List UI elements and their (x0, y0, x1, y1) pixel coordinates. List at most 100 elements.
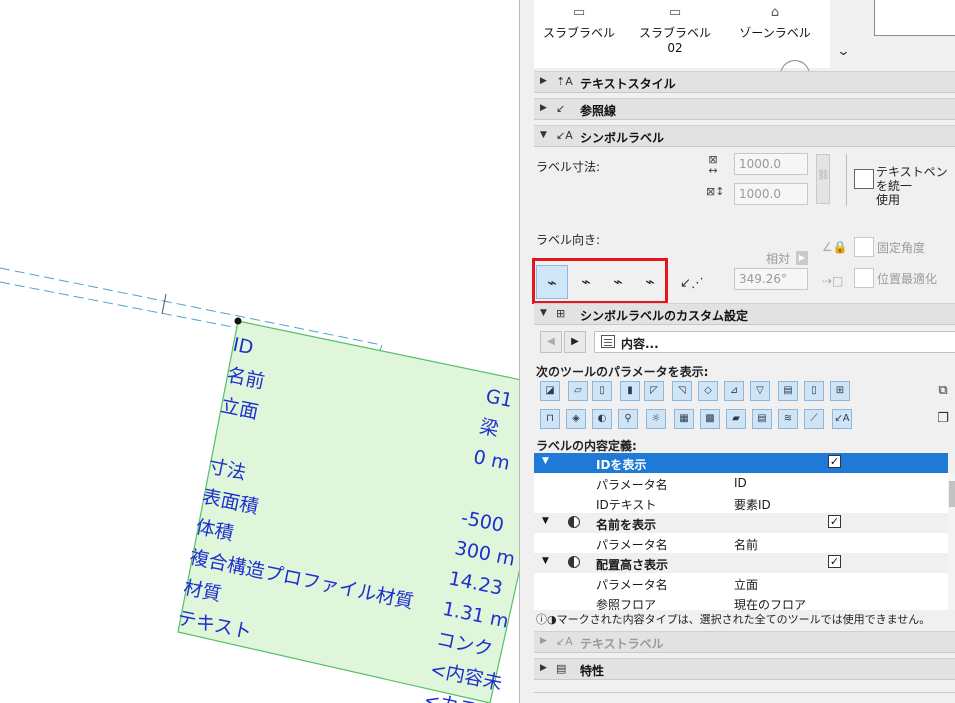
paste-settings-icon[interactable]: ❐ (934, 410, 952, 428)
label-width-input[interactable]: 1000.0 (734, 153, 808, 175)
width-dimension-icon: ⊠ ↔ (708, 153, 718, 177)
zone-label-icon: ⌂ (770, 5, 780, 20)
window-tool-icon[interactable]: ⊞ (830, 381, 850, 401)
section-properties[interactable]: ▶ ▤ 特性 (534, 658, 955, 680)
favorite-slab-label[interactable]: ▭ スラブラベル (534, 0, 624, 68)
show-elevation-checkbox[interactable]: ✓ (828, 555, 841, 568)
label-line-left: ID (231, 334, 255, 360)
expand-down-icon: ▼ (540, 130, 547, 140)
scrollbar-thumb[interactable] (949, 481, 955, 507)
beam-tool-icon[interactable]: ▮ (620, 381, 640, 401)
label-anchor-point[interactable] (234, 317, 242, 325)
show-name-checkbox[interactable]: ✓ (828, 515, 841, 528)
triangle-left-icon: ◀ (547, 336, 555, 347)
text-style-icon: ⇡A (556, 75, 573, 88)
previous-page-button[interactable]: ◀ (540, 331, 562, 353)
table-row[interactable]: 参照フロア 現在のフロア (534, 593, 948, 610)
collapse-icon[interactable]: ▼ (542, 516, 549, 526)
symbol-label-icon: ↙A (556, 129, 573, 142)
orientation-button-4[interactable]: ⌁ (634, 265, 666, 299)
table-row[interactable]: ▼ IDを表示 ✓ (534, 453, 948, 473)
section-text-style[interactable]: ▶ ⇡A テキストスタイル (534, 71, 955, 93)
column-tool-icon[interactable]: ▯ (592, 381, 612, 401)
shell-tool-icon[interactable]: ◹ (672, 381, 692, 401)
table-row[interactable]: IDテキスト 要素ID (534, 493, 948, 513)
slab-tool-icon[interactable]: ▱ (568, 381, 588, 401)
object-tool-icon[interactable]: ⚲ (618, 409, 638, 429)
railing-tool-icon[interactable]: ▽ (750, 381, 770, 401)
optimize-position-label: 位置最適化 (877, 272, 938, 286)
orientation-button-3[interactable]: ⌁ (602, 265, 634, 299)
half-circle-icon (568, 516, 580, 528)
slab-label-02-icon: ▭ (668, 5, 682, 20)
stair-tool-icon[interactable]: ⊿ (724, 381, 744, 401)
angle-lock-icon: ∠🔒 (822, 240, 848, 254)
table-row[interactable]: パラメータ名 ID (534, 473, 948, 493)
relative-toggle-button[interactable]: ▶ (796, 251, 808, 265)
section-text-label: ▶ ↙A テキストラベル (534, 631, 955, 653)
hatch-tool-icon[interactable]: ▤ (752, 409, 772, 429)
door-tool-icon[interactable]: ▯ (804, 381, 824, 401)
favorite-zone-label[interactable]: ⌂ ゾーンラベル (730, 0, 820, 68)
label-size-label: ラベル寸法: (536, 160, 601, 174)
chevron-down-icon[interactable]: ⌄ (836, 44, 850, 59)
orientation-button-2[interactable]: ⌁ (570, 265, 602, 299)
content-page-selector[interactable]: 内容... (594, 331, 955, 353)
content-definition-label: ラベルの内容定義: (536, 439, 637, 453)
mesh-tool-icon[interactable]: ▦ (674, 409, 694, 429)
tool-params-label: 次のツールのパラメータを表示: (536, 365, 709, 379)
table-row[interactable]: パラメータ名 名前 (534, 533, 948, 553)
list-icon (601, 335, 615, 348)
label-drawing: ID名前立面寸法表面積体積複合構造プロファイル材質材質テキストG1梁0 m-50… (0, 267, 520, 703)
chain-link-icon[interactable]: ⛓ (816, 154, 830, 204)
content-definition-table: ▼ IDを表示 ✓ パラメータ名 ID IDテキスト 要素ID ▼ 名前を表示 … (534, 453, 948, 610)
zone-tool-icon[interactable]: ◐ (592, 409, 612, 429)
fixed-angle-checkbox[interactable] (854, 237, 874, 257)
opening-tool-icon[interactable]: ◈ (566, 409, 586, 429)
orientation-button-1[interactable]: ⌁ (536, 265, 568, 299)
next-page-button[interactable]: ▶ (564, 331, 586, 353)
grid-tool-icon[interactable]: ▩ (700, 409, 720, 429)
orientation-angle-input[interactable]: 349.26° (734, 268, 808, 290)
label-rotated-icon: ⌁ (547, 273, 557, 292)
fill-tool-icon[interactable]: ▰ (726, 409, 746, 429)
collapse-icon[interactable]: ▼ (542, 456, 549, 466)
label-horizontal-icon: ⌁ (581, 272, 591, 291)
section-custom-settings[interactable]: ▼ ⊞ シンボルラベルのカスタム設定 (534, 303, 955, 325)
show-id-checkbox[interactable]: ✓ (828, 455, 841, 468)
section-ref-line[interactable]: ▶ ↙ 参照線 (534, 98, 955, 120)
label-orientation-label: ラベル向き: (536, 233, 601, 247)
label-height-input[interactable]: 1000.0 (734, 183, 808, 205)
label-tool-icon[interactable]: ↙A (832, 409, 852, 429)
height-dimension-icon: ⊠↕ (706, 185, 725, 198)
ref-line-upper (0, 267, 383, 346)
table-row[interactable]: ▼ 配置高さ表示 ✓ (534, 553, 948, 573)
table-row[interactable]: ▼ 名前を表示 ✓ (534, 513, 948, 533)
info-note: ⓘ◑マークされた内容タイプは、選択された全てのツールでは使用できません。 (536, 613, 931, 626)
optimize-position-checkbox[interactable] (854, 268, 874, 288)
favorite-preview (874, 0, 955, 36)
morph-tool-icon[interactable]: ◇ (698, 381, 718, 401)
expand-right-icon: ▶ (540, 76, 547, 86)
line-tool-icon[interactable]: ⟋ (804, 409, 824, 429)
table-row[interactable]: パラメータ名 立面 (534, 573, 948, 593)
wall-tool-icon[interactable]: ◪ (540, 381, 560, 401)
orientation-button-5[interactable]: ↙⋰ (672, 268, 712, 300)
polyline-tool-icon[interactable]: ≋ (778, 409, 798, 429)
copy-settings-icon[interactable]: ⧉ (934, 382, 952, 400)
section-symbol-label[interactable]: ▼ ↙A シンボルラベル (534, 125, 955, 147)
lamp-tool-icon[interactable]: ☼ (646, 409, 666, 429)
unify-text-pen-checkbox[interactable] (854, 169, 874, 189)
collapse-icon[interactable]: ▼ (542, 556, 549, 566)
table-scrollbar[interactable] (948, 473, 955, 610)
properties-icon: ▤ (556, 662, 567, 675)
favorite-slab-label-02[interactable]: ▭ スラブラベル 02 (630, 0, 720, 68)
info-icon: ⓘ◑ (536, 613, 557, 626)
triangle-right-icon: ▶ (571, 336, 579, 347)
drawing-canvas[interactable]: ID 名前 立面 寸法 表面積 体積 複合構造プロファイル材質 材質 テキスト G1 梁 0 m -50… (0, 0, 520, 703)
roof-tool-icon[interactable]: ◸ (644, 381, 664, 401)
skylight-tool-icon[interactable]: ⊓ (540, 409, 560, 429)
custom-settings-icon: ⊞ (556, 307, 566, 320)
label-along-line-icon: ↙⋰ (680, 276, 704, 291)
curtain-wall-tool-icon[interactable]: ▤ (778, 381, 798, 401)
